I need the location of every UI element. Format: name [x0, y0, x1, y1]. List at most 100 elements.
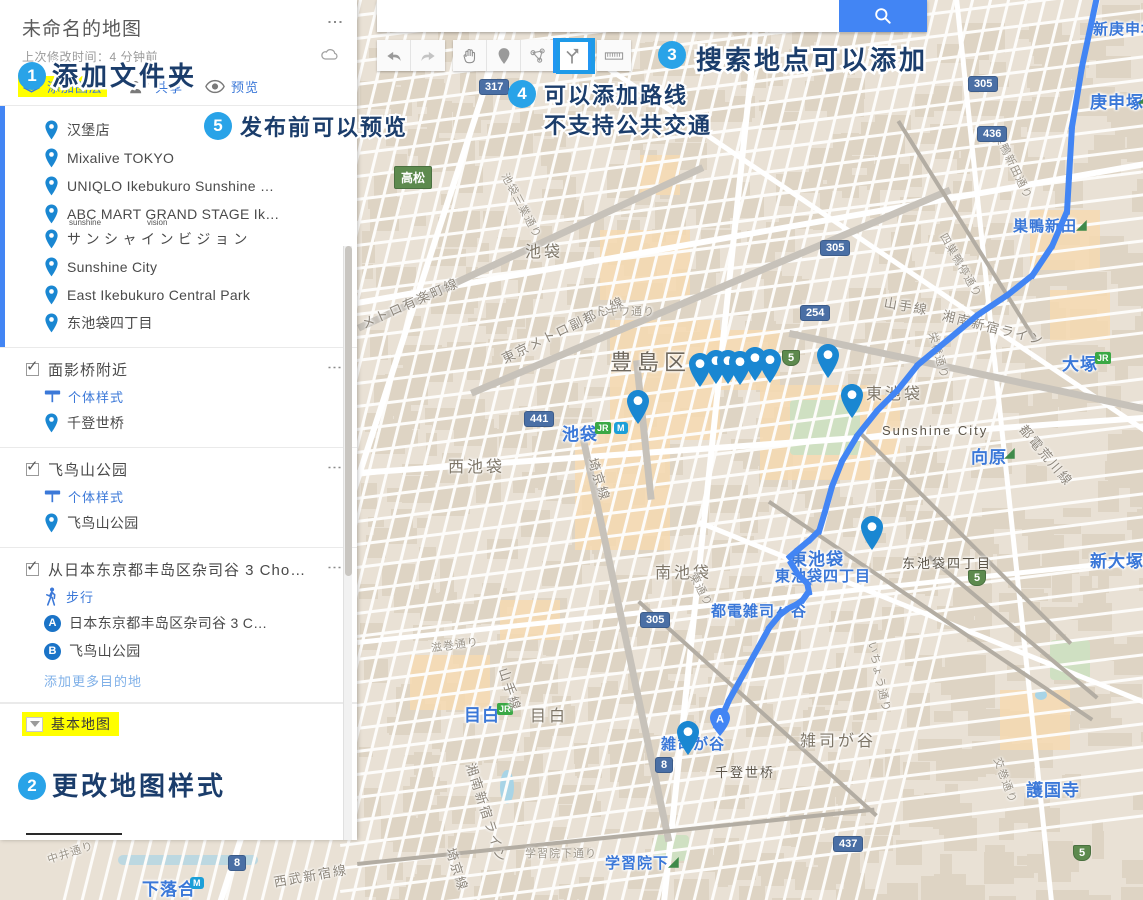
chevron-down-icon — [26, 716, 43, 732]
map-route-shield: 305 — [640, 612, 671, 628]
layer-title[interactable]: 面影桥附近 — [48, 359, 319, 380]
redo-button[interactable] — [411, 40, 445, 71]
waypoint-item[interactable]: A 日本东京都丰岛区杂司谷 3 C… — [0, 609, 357, 637]
basemap-row: 基本地图 — [0, 703, 357, 744]
basemap-label: 基本地图 — [51, 716, 111, 732]
map-pin-icon — [817, 344, 839, 378]
place-list-item[interactable]: UNIQLO Ikebukuro Sunshine … — [0, 172, 357, 200]
tree-icon: ◢ — [1004, 444, 1015, 460]
tree-icon: ◢ — [1138, 89, 1143, 106]
sidebar-scrollbar[interactable] — [343, 246, 352, 840]
waypoint-item[interactable]: B 飞鸟山公园 — [0, 637, 357, 665]
map-station-label: 大塚 — [1062, 355, 1098, 374]
add-more-destinations-link[interactable]: 添加更多目的地 — [0, 665, 357, 692]
map-route-shield: 317 — [479, 79, 510, 95]
sidebar-action-preview[interactable]: 预览 — [205, 77, 259, 96]
layer-options-kebab-button[interactable]: ⋮ — [326, 560, 343, 578]
directions-mode-label: 步行 — [66, 590, 95, 605]
annotation-text-3: 可以添加路线 — [542, 82, 689, 111]
map-pin-icon-wrap — [44, 313, 59, 333]
map-district-label: 池袋 — [525, 244, 564, 261]
map-options-kebab-button[interactable]: ⋮ — [326, 14, 343, 34]
measure-distance-button[interactable] — [597, 40, 631, 71]
map-route-shield: 305 — [820, 240, 851, 256]
map-station-label: 新大塚 — [1090, 552, 1143, 571]
map-station-label: 向原 — [971, 448, 1007, 467]
place-list-item[interactable]: Sunshine City — [0, 253, 357, 281]
walking-icon — [46, 587, 56, 606]
map-marker[interactable] — [625, 389, 651, 425]
add-marker-button[interactable] — [487, 40, 521, 71]
map-title[interactable]: 未命名的地图 — [22, 14, 341, 41]
pan-tool-button[interactable] — [453, 40, 487, 71]
route-waypoint-marker[interactable]: A — [708, 707, 730, 736]
map-pin-icon — [627, 390, 649, 424]
metro-badge-icon: M — [190, 877, 204, 889]
search-bar[interactable] — [377, 0, 927, 32]
paint-roller-icon — [44, 390, 61, 403]
cloud-saved-icon — [318, 47, 340, 68]
undo-button[interactable] — [377, 40, 411, 71]
annotation-text-2: 搜索地点可以添加 — [693, 44, 929, 79]
map-district-label: 目白 — [530, 708, 569, 725]
layer-style-row[interactable]: 个体样式 — [0, 380, 357, 409]
place-list-item[interactable]: 东池袋四丁目 — [0, 309, 357, 337]
layer-style-row[interactable]: 个体样式 — [0, 480, 357, 509]
ruby-annotation-2: vision — [147, 218, 168, 227]
map-pin-icon — [45, 413, 58, 433]
map-pin-icon — [45, 313, 58, 333]
place-list-item[interactable]: 飞鸟山公园 — [0, 509, 357, 537]
map-area-shield: 高松 — [394, 166, 433, 189]
place-list-item[interactable]: East Ikebukuro Central Park — [0, 281, 357, 309]
map-marker[interactable] — [859, 515, 885, 551]
map-pin-icon-wrap — [44, 229, 59, 249]
map-pin-icon — [45, 229, 58, 249]
map-editor-window: 豊島区西池袋池袋東池袋南池袋雑司が谷目白高松池袋JRM東池袋東池袋四丁目都電雑司… — [0, 0, 1143, 900]
layer-title[interactable]: 飞鸟山公园 — [48, 459, 319, 480]
map-marker[interactable] — [757, 348, 783, 384]
map-pin-icon — [841, 384, 863, 418]
map-route-shield: 5 — [1073, 845, 1092, 861]
annotation-highlight-box-directions — [556, 38, 595, 74]
walking-icon-wrap — [44, 587, 59, 606]
map-marker[interactable] — [815, 343, 841, 379]
layer-visibility-checkbox[interactable] — [26, 457, 39, 476]
map-route-shield: 305 — [968, 76, 999, 92]
layer-title[interactable]: 从日本东京都丰岛区杂司谷 3 Cho… — [48, 559, 319, 580]
map-pin-icon-wrap — [44, 413, 59, 433]
map-toolbar[interactable] — [377, 38, 639, 73]
layer-visibility-checkbox[interactable] — [26, 357, 39, 376]
map-pin-icon-wrap — [44, 148, 59, 168]
waypoint-a-icon: A — [44, 614, 61, 632]
eye-icon — [205, 79, 225, 94]
draw-line-button[interactable] — [521, 40, 555, 71]
place-list-item[interactable]: Mixalive TOKYO — [0, 144, 357, 172]
annotation-number-4: 4 — [508, 80, 536, 108]
ruby-label-wrap: sunshine vision サ ン シ ャ イ ン ビ ジ ョ ン — [67, 218, 248, 249]
sidebar-scrollbar-thumb[interactable] — [345, 246, 352, 576]
map-pin-icon — [45, 257, 58, 277]
paint-roller-icon-wrap — [44, 489, 61, 504]
annotation-text-0: 添加文件夹 — [49, 60, 198, 95]
layer-visibility-checkbox[interactable] — [26, 557, 39, 576]
map-marker[interactable] — [839, 383, 865, 419]
layer-options-kebab-button[interactable]: ⋮ — [326, 460, 343, 478]
map-route-shield: 8 — [655, 757, 674, 773]
map-pin-icon — [45, 513, 58, 533]
map-pin-icon — [45, 204, 58, 224]
search-button[interactable] — [839, 0, 927, 32]
place-list-item[interactable]: sunshine vision サ ン シ ャ イ ン ビ ジ ョ ン — [0, 218, 357, 253]
place-list-item[interactable]: 千登世桥 — [0, 409, 357, 437]
map-district-label: 豊島区 — [610, 350, 692, 375]
map-station-label: 学習院下 — [605, 855, 670, 872]
map-route-shield: 254 — [800, 305, 831, 321]
place-list-item[interactable]: ABC MART GRAND STAGE Ik… — [0, 200, 357, 228]
map-station-label: 池袋 — [562, 425, 598, 444]
layer-header: 面影桥附近 ⋮ — [0, 357, 357, 380]
basemap-selector[interactable]: 基本地图 — [22, 712, 119, 736]
place-list-item-label: 飞鸟山公园 — [69, 643, 141, 659]
search-input[interactable] — [377, 0, 839, 32]
layer-options-kebab-button[interactable]: ⋮ — [326, 360, 343, 378]
directions-mode-row[interactable]: 步行 — [0, 580, 357, 609]
map-marker[interactable] — [675, 720, 701, 756]
